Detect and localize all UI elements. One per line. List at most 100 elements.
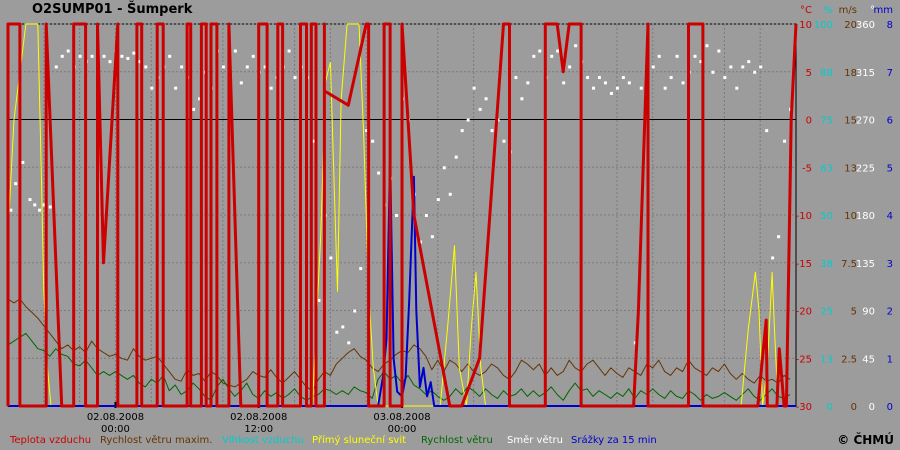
wind-dir-point bbox=[598, 76, 601, 80]
x-tick-date: 02.08.2008 bbox=[87, 412, 144, 423]
y-tick-label: 100 bbox=[814, 20, 833, 31]
wind-dir-point bbox=[669, 76, 673, 80]
wind-dir-point bbox=[90, 54, 94, 58]
wind-dir-point bbox=[174, 86, 178, 90]
wind-dir-point bbox=[102, 54, 106, 58]
wind-dir-point bbox=[180, 65, 184, 69]
y-tick-label: 225 bbox=[856, 163, 875, 174]
wind-dir-point bbox=[603, 81, 607, 85]
wind-dir-point bbox=[347, 341, 351, 345]
wind-dir-point bbox=[377, 171, 381, 175]
x-tick-time: 12:00 bbox=[244, 424, 273, 435]
legend-item: Rychlost větru maxim. bbox=[100, 435, 213, 446]
wind-dir-point bbox=[293, 76, 297, 80]
y-tick-label: 0 bbox=[806, 116, 812, 127]
y-tick-label: 25 bbox=[820, 307, 833, 318]
wind-dir-point bbox=[556, 49, 560, 53]
wind-dir-point bbox=[9, 208, 13, 212]
axis-unit-label: mm bbox=[874, 5, 893, 16]
wind-dir-point bbox=[663, 86, 667, 90]
wind-dir-point bbox=[639, 86, 643, 90]
wind-dir-point bbox=[538, 49, 542, 53]
y-tick-label: 2 bbox=[887, 307, 893, 318]
wind-dir-point bbox=[430, 235, 434, 239]
wind-dir-point bbox=[150, 86, 154, 90]
y-tick-label: 50 bbox=[820, 211, 833, 222]
wind-dir-point bbox=[484, 97, 488, 101]
y-tick-label: 6 bbox=[887, 116, 893, 127]
wind-dir-point bbox=[753, 70, 757, 74]
wind-dir-point bbox=[221, 65, 225, 69]
wind-dir-point bbox=[574, 44, 578, 48]
wind-dir-point bbox=[329, 256, 333, 260]
wind-dir-point bbox=[741, 65, 745, 69]
wind-dir-point bbox=[335, 330, 339, 334]
y-axis-units: °C% m/s °mm bbox=[800, 5, 893, 16]
y-tick-label: -10 bbox=[796, 211, 812, 222]
wind-dir-point bbox=[759, 65, 763, 69]
y-axis-labels: 1050-5-10-15-20-25-301008875635038251302… bbox=[796, 20, 893, 413]
wind-dir-point bbox=[675, 54, 679, 58]
y-tick-label: -20 bbox=[796, 307, 812, 318]
y-tick-label: 135 bbox=[856, 259, 875, 270]
wind-dir-point bbox=[514, 76, 518, 80]
wind-dir-point bbox=[341, 325, 345, 329]
wind-dir-point bbox=[132, 51, 136, 55]
y-tick-label: -30 bbox=[796, 402, 812, 413]
wind-dir-point bbox=[615, 86, 619, 90]
wind-dir-point bbox=[126, 56, 130, 60]
wind-dir-point bbox=[735, 86, 739, 90]
wind-dir-point bbox=[747, 60, 751, 64]
wind-dir-point bbox=[436, 198, 440, 202]
y-tick-label: 10 bbox=[799, 20, 812, 31]
wind-dir-point bbox=[251, 54, 255, 58]
wind-dir-point bbox=[681, 81, 685, 85]
wind-dir-point bbox=[711, 70, 715, 74]
wind-dir-point bbox=[66, 49, 70, 53]
axis-unit-label: °C bbox=[800, 5, 812, 16]
wind-dir-point bbox=[592, 86, 596, 90]
y-tick-label: 0 bbox=[851, 402, 857, 413]
wind-dir-point bbox=[568, 65, 572, 69]
y-tick-label: 315 bbox=[856, 68, 875, 79]
wind-dir-point bbox=[621, 76, 625, 80]
wind-dir-point bbox=[783, 139, 787, 143]
wind-dir-point bbox=[502, 139, 506, 143]
y-tick-label: 5 bbox=[851, 307, 857, 318]
wind-dir-point bbox=[144, 65, 148, 69]
y-tick-label: -25 bbox=[796, 354, 812, 365]
wind-dir-point bbox=[287, 49, 291, 53]
wind-dir-point bbox=[168, 54, 172, 58]
axis-unit-label: m/s bbox=[839, 5, 857, 16]
x-tick-time: 00:00 bbox=[101, 424, 130, 435]
y-tick-label: 4 bbox=[887, 211, 893, 222]
wind-dir-point bbox=[657, 54, 661, 58]
wind-dir-point bbox=[586, 76, 590, 80]
wind-dir-point bbox=[478, 107, 482, 111]
y-tick-label: 7.5 bbox=[841, 259, 857, 270]
wind-dir-point bbox=[520, 97, 524, 101]
y-tick-label: 0 bbox=[887, 402, 893, 413]
wind-dir-point bbox=[609, 91, 613, 95]
y-tick-label: 63 bbox=[820, 163, 833, 174]
wind-dir-point bbox=[28, 198, 32, 202]
legend-item: Rychlost větru bbox=[421, 435, 493, 446]
wind-dir-point bbox=[424, 214, 428, 217]
x-tick-date: 02.08.2008 bbox=[230, 412, 287, 423]
wind-dir-point bbox=[38, 208, 42, 212]
wind-dir-point bbox=[705, 44, 709, 48]
chart-canvas: 1050-5-10-15-20-25-301008875635038251302… bbox=[6, 5, 893, 435]
copyright-text: © ČHMÚ bbox=[837, 433, 894, 447]
wind-dir-point bbox=[472, 86, 476, 90]
wind-dir-point bbox=[777, 235, 781, 239]
wind-dir-point bbox=[192, 107, 196, 111]
wind-dir-point bbox=[233, 49, 237, 53]
axis-unit-label: % bbox=[823, 5, 833, 16]
wind-dir-point bbox=[765, 129, 769, 133]
wind-dir-point bbox=[239, 81, 243, 85]
y-tick-label: 90 bbox=[862, 307, 875, 318]
y-tick-label: 3 bbox=[887, 259, 893, 270]
wind-dir-point bbox=[359, 267, 363, 271]
wind-dir-point bbox=[48, 205, 52, 209]
wind-dir-point bbox=[562, 81, 566, 85]
